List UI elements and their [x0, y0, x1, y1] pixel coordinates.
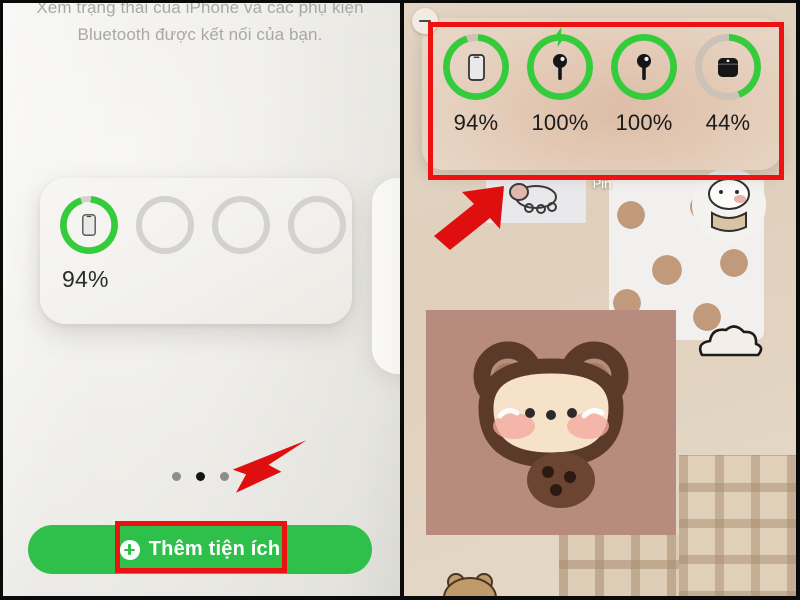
ring-track	[212, 196, 270, 254]
page-dot-2-active[interactable]	[195, 472, 205, 481]
page-dot-3[interactable]	[219, 472, 229, 481]
battery-widget[interactable]: 94% 100% 100% 44%	[412, 8, 782, 170]
panel-divider	[400, 0, 404, 600]
preview-ring-empty-4	[288, 196, 346, 254]
preview-battery-percent: 94%	[62, 266, 109, 292]
add-widget-button-label: Thêm tiện ích	[148, 538, 281, 560]
preview-ring-empty-2	[136, 196, 194, 254]
screen-edge-left	[0, 0, 3, 600]
battery-ring-iphone	[443, 34, 509, 100]
iphone-icon	[443, 34, 509, 100]
airpod-right-icon	[611, 34, 677, 100]
screenshot-root: Xem trạng thái của iPhone và các phụ kiệ…	[0, 0, 800, 600]
battery-ring-row: 94% 100% 100% 44%	[438, 27, 766, 136]
battery-cell-airpod-right: 100%	[606, 34, 682, 136]
plus-circle-icon	[119, 539, 140, 560]
add-widget-button[interactable]: Thêm tiện ích	[28, 525, 372, 574]
wallpaper-cloud-sticker	[694, 325, 764, 361]
page-dots-indicator[interactable]	[0, 472, 400, 481]
preview-ring-iphone	[60, 196, 118, 254]
battery-ring-airpod-right	[611, 34, 677, 100]
battery-ring-airpod-left	[527, 27, 593, 100]
battery-percent-airpod-right: 100%	[615, 110, 673, 135]
ring-track	[136, 196, 194, 254]
battery-ring-airpods-case	[695, 34, 761, 100]
battery-percent-iphone: 94%	[453, 110, 499, 135]
widget-description-text: Xem trạng thái của iPhone và các phụ kiệ…	[36, 0, 364, 44]
screen-edge-bottom	[0, 596, 400, 600]
screen-edge-top	[404, 0, 800, 3]
battery-widget-label: Pin	[592, 176, 612, 191]
battery-cell-airpods-case: 44%	[690, 34, 766, 136]
minus-circle-icon[interactable]	[412, 8, 438, 34]
home-screen-with-battery-widget: 94% 100% 100% 44% Pin	[404, 0, 800, 600]
battery-percent-airpods-case: 44%	[705, 110, 751, 135]
preview-ring-empty-3	[212, 196, 270, 254]
battery-cell-iphone: 94%	[438, 34, 514, 136]
add-widget-gallery-screen: Xem trạng thái của iPhone và các phụ kiệ…	[0, 0, 400, 600]
preview-ring-row	[60, 196, 346, 254]
page-dot-1[interactable]	[171, 472, 181, 481]
wallpaper-bear-illustration	[456, 330, 646, 520]
battery-widget-preview-card[interactable]: 94%	[40, 178, 352, 324]
charging-bolt-icon	[553, 27, 568, 47]
next-widget-card-peek[interactable]	[372, 178, 400, 374]
screen-edge-top	[0, 0, 400, 3]
screen-edge-bottom	[404, 596, 800, 600]
battery-cell-airpod-left: 100%	[522, 27, 598, 136]
screen-edge-right	[796, 0, 800, 600]
wallpaper-plaid-b	[679, 455, 800, 600]
battery-percent-airpod-left: 100%	[531, 110, 589, 135]
iphone-icon	[60, 196, 118, 254]
ring-track	[288, 196, 346, 254]
airpods-case-icon	[695, 34, 761, 100]
